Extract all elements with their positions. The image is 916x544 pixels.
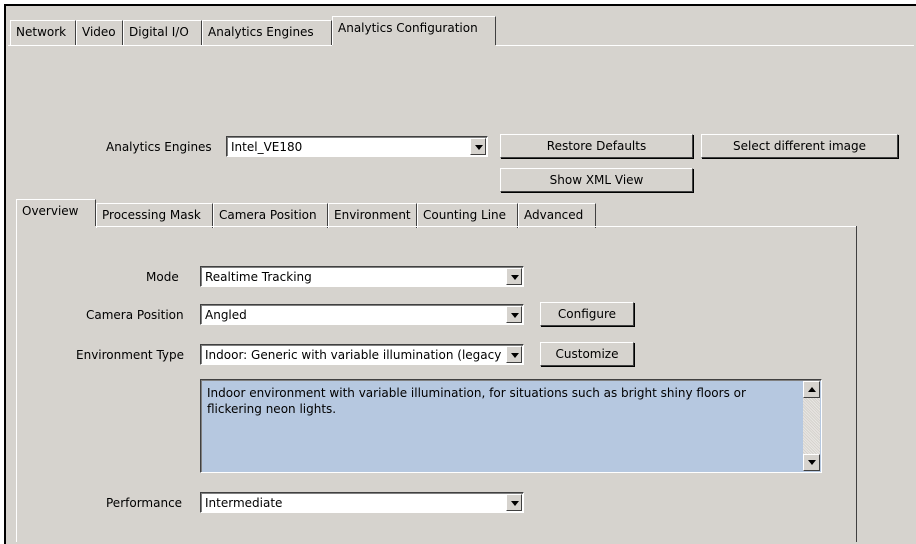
tab-environment[interactable]: Environment bbox=[328, 203, 417, 228]
tab-label: Advanced bbox=[524, 208, 584, 222]
chevron-down-icon[interactable] bbox=[506, 306, 522, 323]
mode-select[interactable]: Realtime Tracking bbox=[200, 266, 524, 287]
chevron-down-icon[interactable] bbox=[506, 268, 522, 285]
mode-value: Realtime Tracking bbox=[205, 270, 312, 284]
select-different-image-button[interactable]: Select different image bbox=[701, 134, 898, 158]
tab-counting-line[interactable]: Counting Line bbox=[417, 203, 518, 228]
app-window: Network Video Digital I/O Analytics Engi… bbox=[4, 4, 916, 544]
tab-label: Analytics Configuration bbox=[338, 21, 478, 35]
tab-camera-position[interactable]: Camera Position bbox=[213, 203, 328, 228]
tab-strip-divider bbox=[496, 45, 914, 46]
configure-button[interactable]: Configure bbox=[540, 302, 634, 326]
tab-label: Network bbox=[16, 25, 67, 39]
tab-network[interactable]: Network bbox=[10, 20, 76, 45]
analytics-engine-select[interactable]: Intel_VE180 bbox=[226, 136, 488, 157]
tab-processing-mask[interactable]: Processing Mask bbox=[96, 203, 213, 228]
tab-advanced[interactable]: Advanced bbox=[518, 203, 596, 228]
analytics-engines-label: Analytics Engines bbox=[106, 140, 212, 154]
tab-analytics-configuration[interactable]: Analytics Configuration bbox=[332, 16, 496, 45]
customize-button[interactable]: Customize bbox=[540, 342, 634, 366]
panel-top-border bbox=[96, 226, 856, 227]
scroll-down-icon[interactable] bbox=[803, 454, 820, 471]
tab-label: Digital I/O bbox=[129, 25, 189, 39]
panel-right-border bbox=[856, 226, 857, 542]
show-xml-view-button[interactable]: Show XML View bbox=[500, 168, 693, 192]
tab-digital-io[interactable]: Digital I/O bbox=[123, 20, 202, 45]
tab-label: Counting Line bbox=[423, 208, 507, 222]
camera-position-value: Angled bbox=[205, 308, 247, 322]
chevron-down-icon[interactable] bbox=[506, 346, 522, 363]
performance-select[interactable]: Intermediate bbox=[200, 492, 524, 513]
chevron-down-icon[interactable] bbox=[506, 494, 522, 511]
environment-type-label: Environment Type bbox=[76, 348, 184, 362]
tab-label: Environment bbox=[334, 208, 411, 222]
tab-video[interactable]: Video bbox=[76, 20, 123, 45]
mode-label: Mode bbox=[146, 270, 179, 284]
performance-label: Performance bbox=[106, 496, 183, 510]
panel-left-border bbox=[16, 226, 17, 542]
environment-type-select[interactable]: Indoor: Generic with variable illuminati… bbox=[200, 344, 524, 365]
tab-label: Overview bbox=[22, 204, 79, 218]
description-scrollbar[interactable] bbox=[803, 381, 820, 471]
tab-label: Video bbox=[82, 25, 116, 39]
tab-strip-divider bbox=[8, 45, 332, 46]
tab-label: Camera Position bbox=[219, 208, 317, 222]
environment-type-value: Indoor: Generic with variable illuminati… bbox=[205, 348, 501, 362]
analytics-engine-value: Intel_VE180 bbox=[231, 140, 303, 154]
restore-defaults-button[interactable]: Restore Defaults bbox=[500, 134, 693, 158]
tab-label: Analytics Engines bbox=[208, 25, 314, 39]
tab-label: Processing Mask bbox=[102, 208, 201, 222]
camera-position-select[interactable]: Angled bbox=[200, 304, 524, 325]
environment-description[interactable]: Indoor environment with variable illumin… bbox=[200, 379, 822, 473]
scroll-up-icon[interactable] bbox=[803, 381, 820, 398]
tab-overview[interactable]: Overview bbox=[16, 199, 96, 226]
environment-description-text: Indoor environment with variable illumin… bbox=[207, 386, 746, 416]
tab-analytics-engines[interactable]: Analytics Engines bbox=[202, 20, 332, 45]
chevron-down-icon[interactable] bbox=[470, 138, 486, 155]
camera-position-label: Camera Position bbox=[86, 308, 184, 322]
performance-value: Intermediate bbox=[205, 496, 283, 510]
